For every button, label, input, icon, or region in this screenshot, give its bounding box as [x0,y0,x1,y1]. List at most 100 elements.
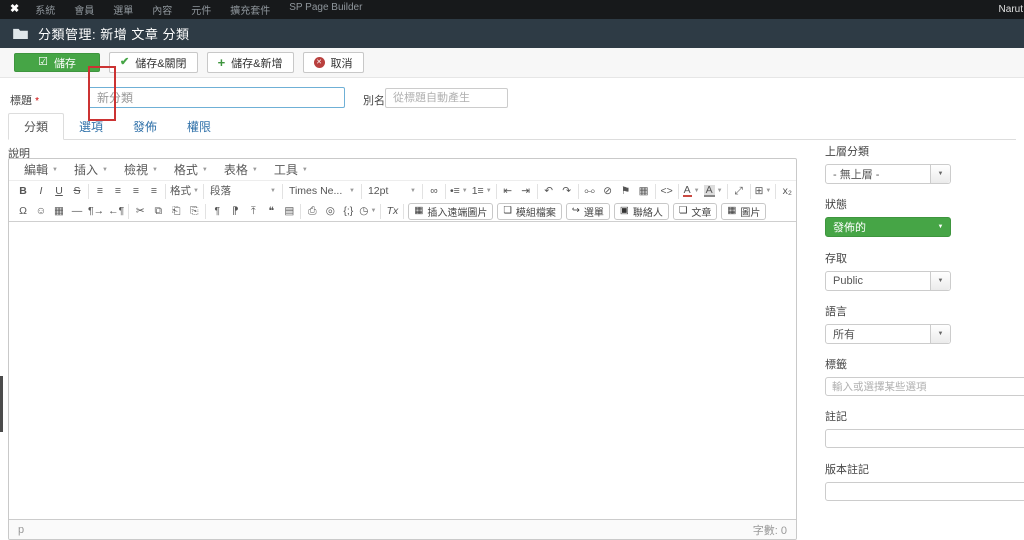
note-input[interactable] [825,429,1024,448]
insert-datetime-button[interactable]: ◷▼ [357,204,378,219]
source-code-button[interactable]: <> [658,184,676,199]
strikethrough-button[interactable]: S [68,184,86,199]
ltr-direction-button[interactable]: ¶→ [86,204,106,219]
menu-sp-page-builder[interactable]: SP Page Builder [289,2,362,17]
italic-button[interactable]: I [32,184,50,199]
insert-remote-image-button[interactable]: ▦插入遠端圖片 [408,203,493,220]
horizontal-rule-icon: — [72,206,83,217]
menu-menus[interactable]: 選單 [113,2,133,17]
special-character-button[interactable]: Ω [14,204,32,219]
menu-users[interactable]: 會員 [74,2,94,17]
align-left-button[interactable]: ≡ [91,184,109,199]
language-select[interactable]: 所有 ▼ [825,324,951,344]
editor-menu-table[interactable]: 表格▼ [216,161,266,178]
logged-in-user[interactable]: Narut [999,4,1023,15]
anchor-button[interactable]: ⚑ [617,184,635,199]
editor-menu-tools[interactable]: 工具▼ [266,161,316,178]
chevron-down-icon[interactable]: ▼ [930,325,950,343]
editor-menu-edit[interactable]: 編輯▼ [16,161,66,178]
code-sample-button[interactable]: {;} [339,204,357,219]
special-character-icon: Ω [19,206,27,217]
contact-insert-button[interactable]: ▣聯絡人 [614,203,669,220]
search-replace-button[interactable]: ∞ [425,184,443,199]
bold-button[interactable]: B [14,184,32,199]
clear-formatting-button[interactable]: Tx [383,204,401,219]
toolbar-group: 12pt▼ [362,184,423,199]
toolbar-group: ⎙ ◎ {;}◷▼ [301,204,381,219]
media-button[interactable]: ▦ [50,204,68,219]
insert-link-button[interactable]: ⧟ [581,184,599,199]
font-family-dropdown-button[interactable]: Times Ne...▼ [285,184,359,199]
search-replace-icon: ∞ [430,186,438,197]
formats-dropdown-button[interactable]: 格式▼ [168,184,201,199]
module-file-button[interactable]: ❏模組檔案 [497,203,562,220]
menu-extensions[interactable]: 擴充套件 [230,2,270,17]
parent-category-select[interactable]: - 無上層 - ▼ [825,164,951,184]
insert-image-button[interactable]: ▦ [635,184,653,199]
preview-icon: ◎ [326,206,335,217]
access-select[interactable]: Public ▼ [825,271,951,291]
joomla-logo-icon[interactable]: ✖ [10,4,19,15]
underline-button[interactable]: U [50,184,68,199]
horizontal-rule-button[interactable]: — [68,204,86,219]
undo-button[interactable]: ↶ [540,184,558,199]
clear-formatting-icon: Tx [387,206,399,217]
emoticons-button[interactable]: ☺ [32,204,50,219]
cancel-button[interactable]: ✕ 取消 [303,52,364,73]
background-color-button[interactable]: A▼ [702,184,725,199]
editor-menu-insert[interactable]: 插入▼ [66,161,116,178]
chevron-down-icon[interactable]: ▼ [931,218,950,236]
tab-publishing[interactable]: 發佈 [118,114,172,139]
visual-chars-button[interactable]: ¶ [208,204,226,219]
align-center-button[interactable]: ≡ [109,184,127,199]
editor-menu-format[interactable]: 格式▼ [166,161,216,178]
paste-button[interactable]: ⎗ [167,204,185,219]
tab-permissions[interactable]: 權限 [172,114,226,139]
text-color-button[interactable]: A▼ [681,184,702,199]
chevron-down-icon[interactable]: ▼ [930,272,950,290]
editor-menu-view[interactable]: 檢視▼ [116,161,166,178]
tags-input[interactable] [825,377,1024,396]
align-right-button[interactable]: ≡ [127,184,145,199]
caret-down-icon: ▼ [202,167,208,173]
copy-button[interactable]: ⧉ [149,204,167,219]
menu-components[interactable]: 元件 [191,2,211,17]
table-of-contents-button[interactable]: ▤ [280,204,298,219]
outdent-button[interactable]: ⇤ [499,184,517,199]
title-input[interactable] [88,87,345,108]
redo-button[interactable]: ↷ [558,184,576,199]
article-insert-button[interactable]: ❏文章 [673,203,718,220]
element-path[interactable]: p [18,524,24,536]
paragraph-dropdown-button[interactable]: 段落▼ [206,184,280,199]
table-button[interactable]: ⊞▼ [753,184,774,199]
font-family-dropdown-label: Times Ne... [289,186,342,197]
menu-insert-button[interactable]: ↪選單 [566,203,610,220]
save-new-button[interactable]: + 儲存&新增 [207,52,294,73]
menu-content[interactable]: 內容 [152,2,172,17]
menu-system[interactable]: 系統 [35,2,55,17]
numbered-list-button[interactable]: 1≡▼ [470,184,494,199]
align-justify-button[interactable]: ≡ [145,184,163,199]
status-select[interactable]: 發佈的 ▼ [825,217,951,237]
editor-content-area[interactable] [9,222,796,522]
template-button[interactable]: ⤒ [244,204,262,219]
preview-button[interactable]: ◎ [321,204,339,219]
cut-button[interactable]: ✂ [131,204,149,219]
save-close-button[interactable]: ✔ 儲存&關閉 [109,52,198,73]
print-button[interactable]: ⎙ [303,204,321,219]
image-insert-button[interactable]: ▦圖片 [721,203,766,220]
version-note-input[interactable] [825,482,1024,501]
chevron-down-icon[interactable]: ▼ [930,165,950,183]
fullscreen-button[interactable]: ⤢ [730,184,748,199]
remove-link-button[interactable]: ⊘ [599,184,617,199]
rtl-direction-button[interactable]: ←¶ [106,204,126,219]
subscript-button[interactable]: x₂ [778,184,796,199]
font-size-dropdown-button[interactable]: 12pt▼ [364,184,420,199]
alias-input[interactable] [385,88,508,108]
blockquote-button[interactable]: ❝ [262,204,280,219]
visual-blocks-button[interactable]: ⁋ [226,204,244,219]
tab-category[interactable]: 分類 [8,113,64,140]
paste-as-text-button[interactable]: ⎘ [185,204,203,219]
indent-button[interactable]: ⇥ [517,184,535,199]
bullet-list-button[interactable]: •≡▼ [448,184,470,199]
